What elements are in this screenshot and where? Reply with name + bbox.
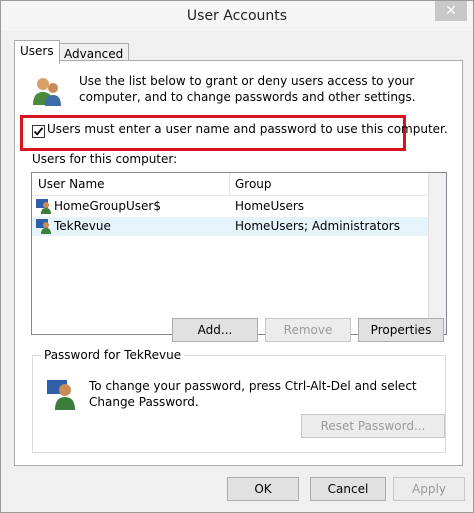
require-login-checkbox[interactable] (32, 125, 45, 138)
user-icon (36, 219, 51, 234)
row-group: HomeUsers (235, 199, 305, 213)
column-header-user-name[interactable]: User Name (38, 177, 105, 191)
title-bar: User Accounts ✕ (1, 1, 473, 31)
users-icon (33, 78, 61, 106)
close-button[interactable]: ✕ (435, 1, 467, 21)
password-text: To change your password, press Ctrl-Alt-… (89, 379, 417, 409)
apply-button[interactable]: Apply (393, 477, 465, 501)
users-list[interactable]: User Name Group HomeGroupUser$ HomeUsers (31, 172, 447, 335)
column-divider[interactable] (229, 173, 230, 195)
user-accounts-window: User Accounts ✕ Users Advanced Use the l… (0, 0, 474, 513)
reset-password-button[interactable]: Reset Password... (301, 414, 445, 438)
properties-button[interactable]: Properties (358, 318, 444, 342)
row-user-name: TekRevue (54, 219, 111, 233)
intro-text: Use the list below to grant or deny user… (79, 74, 416, 104)
list-scrollbar[interactable] (428, 173, 446, 334)
checkmark-icon (33, 127, 44, 136)
row-user-name: HomeGroupUser$ (54, 199, 161, 213)
window-title: User Accounts (186, 8, 288, 24)
list-item[interactable]: HomeGroupUser$ HomeUsers (32, 197, 428, 216)
users-list-label: Users for this computer: (32, 152, 178, 166)
user-key-icon (47, 380, 75, 410)
ok-button[interactable]: OK (227, 477, 299, 501)
list-item[interactable]: TekRevue HomeUsers; Administrators (32, 217, 428, 236)
cancel-button[interactable]: Cancel (310, 477, 386, 501)
password-group-title: Password for TekRevue (41, 348, 185, 362)
tab-users[interactable]: Users (14, 40, 60, 64)
row-group: HomeUsers; Administrators (235, 219, 400, 233)
list-header: User Name Group (32, 173, 446, 196)
require-login-label[interactable]: Users must enter a user name and passwor… (47, 122, 448, 136)
column-header-group[interactable]: Group (235, 177, 272, 191)
users-tab-panel: Use the list below to grant or deny user… (14, 60, 463, 466)
password-group: Password for TekRevue To change your pas… (32, 348, 446, 453)
remove-button[interactable]: Remove (265, 318, 351, 342)
user-icon (36, 199, 51, 214)
add-button[interactable]: Add... (172, 318, 258, 342)
